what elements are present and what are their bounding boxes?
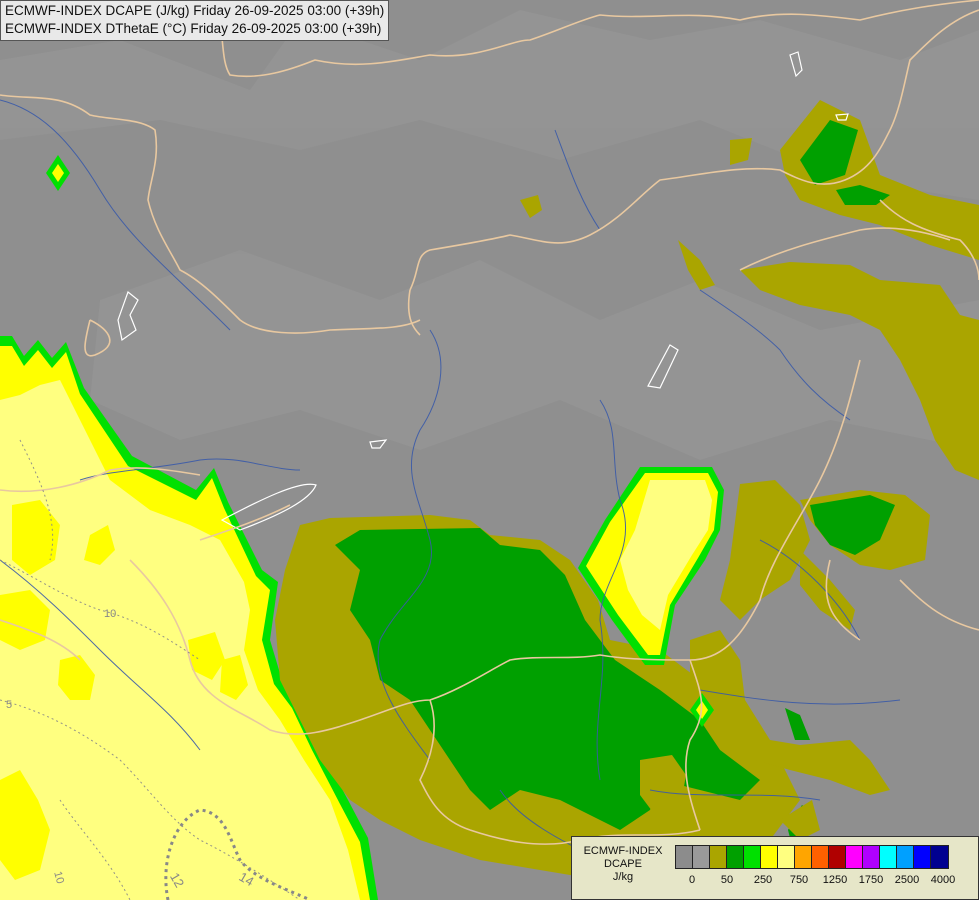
legend-title-line1: ECMWF-INDEX [583, 845, 663, 857]
legend-tick: 4000 [930, 874, 956, 886]
legend-swatch [880, 846, 897, 868]
title-line-dcape: ECMWF-INDEX DCAPE (J/kg) Friday 26-09-20… [5, 3, 385, 18]
legend-title-line2: DCAPE [604, 858, 642, 870]
legend-swatch [812, 846, 829, 868]
legend-title: ECMWF-INDEX DCAPE J/kg [574, 845, 672, 884]
title-line-dthetae: ECMWF-INDEX DThetaE (°C) Friday 26-09-20… [5, 21, 382, 36]
legend-swatch [914, 846, 931, 868]
legend-swatch [761, 846, 778, 868]
contour-label: 5 [6, 699, 12, 711]
legend-swatch [897, 846, 914, 868]
legend-swatch [727, 846, 744, 868]
contour-label: 10 [104, 608, 116, 620]
legend-swatch [676, 846, 693, 868]
legend-swatch [795, 846, 812, 868]
legend-tick: 250 [753, 874, 773, 886]
legend-swatch [778, 846, 795, 868]
color-legend: ECMWF-INDEX DCAPE J/kg 0 50 250 750 1250… [571, 836, 979, 900]
legend-swatch [846, 846, 863, 868]
weather-map: 10 5 10 12 14 [0, 0, 979, 900]
legend-tick: 0 [688, 874, 696, 886]
legend-title-line3: J/kg [612, 871, 634, 883]
legend-swatch [744, 846, 761, 868]
legend-tick: 1750 [858, 874, 884, 886]
legend-swatch [710, 846, 727, 868]
legend-swatch [829, 846, 846, 868]
legend-tick: 2500 [894, 874, 920, 886]
legend-tick: 750 [789, 874, 809, 886]
legend-swatch [931, 846, 948, 868]
map-title-box: ECMWF-INDEX DCAPE (J/kg) Friday 26-09-20… [0, 0, 390, 41]
legend-tick: 1250 [822, 874, 848, 886]
legend-tick: 50 [720, 874, 734, 886]
legend-swatch [863, 846, 880, 868]
legend-swatches [675, 845, 949, 869]
legend-swatch [693, 846, 710, 868]
